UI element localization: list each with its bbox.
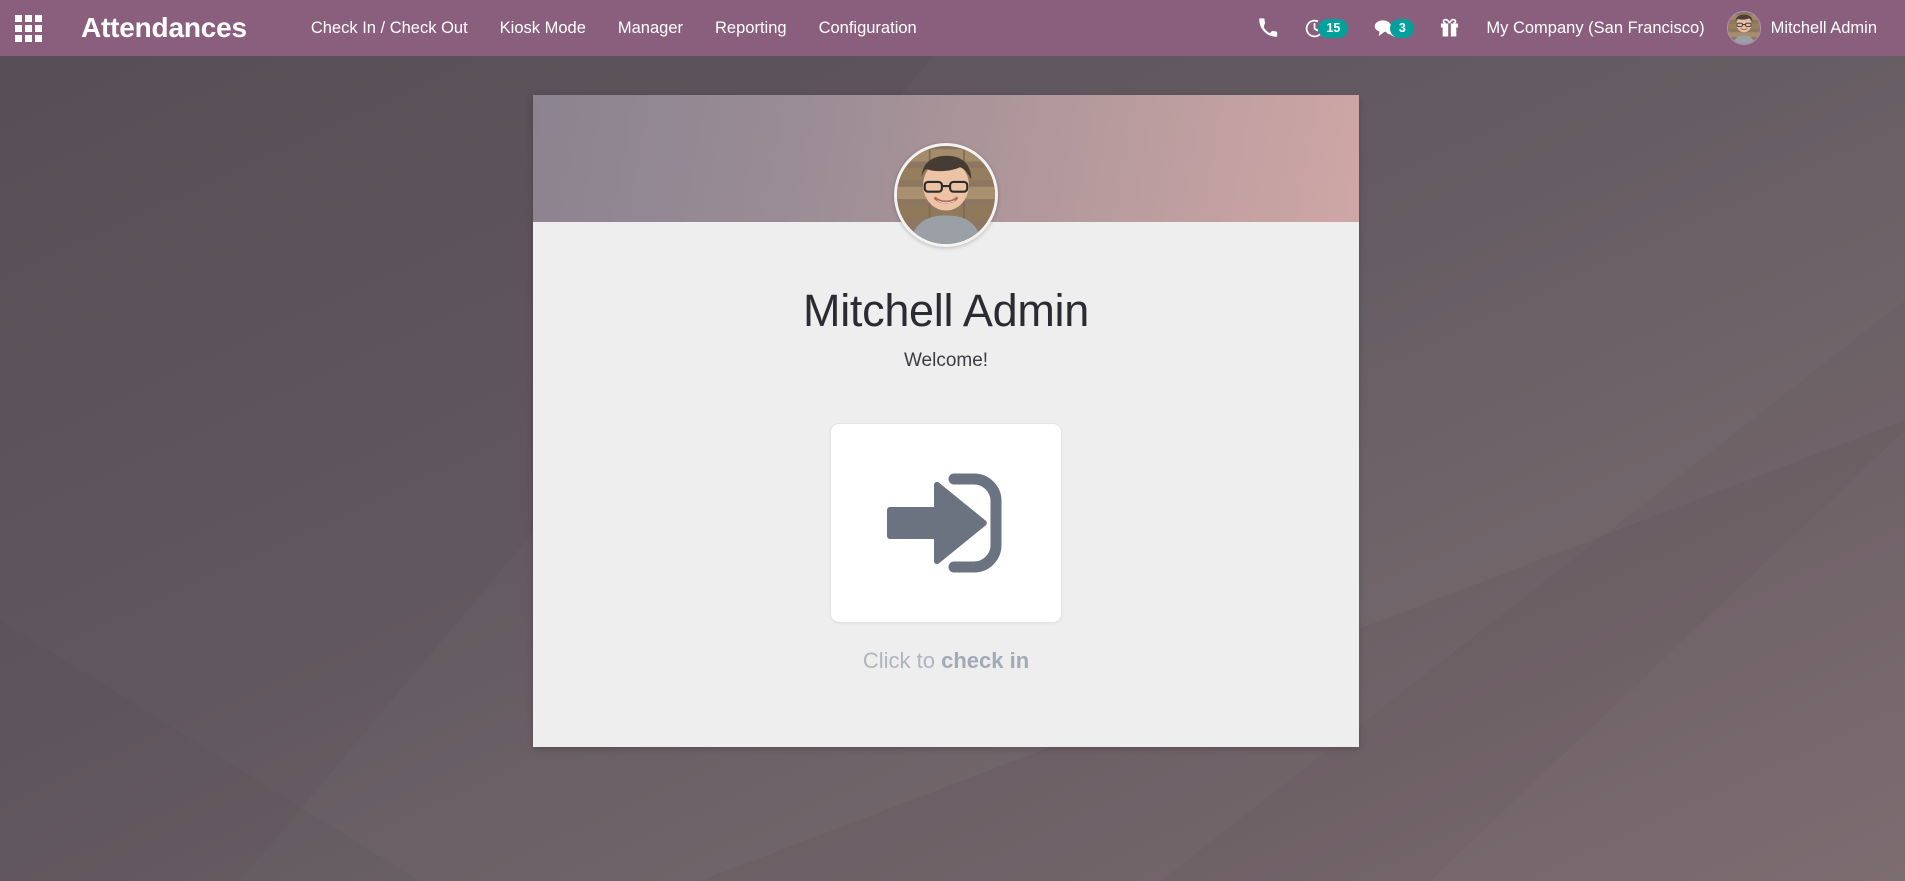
menu-kiosk-mode[interactable]: Kiosk Mode [484,0,602,56]
phone-icon [1259,18,1278,37]
top-navbar: Attendances Check In / Check Out Kiosk M… [0,0,1905,56]
main-menu-bar: Check In / Check Out Kiosk Mode Manager … [295,0,933,56]
check-in-button[interactable] [830,422,1062,623]
apps-menu-button[interactable] [0,0,56,56]
app-brand-title: Attendances [81,12,247,43]
user-avatar-photo [1726,11,1761,45]
check-in-caption-prefix: Click to [862,647,942,673]
gift-icon [1441,18,1459,37]
messages-counter-badge: 3 [1390,18,1415,38]
employee-name-heading: Mitchell Admin [803,285,1089,336]
card-banner-gradient [533,95,1359,247]
menu-manager[interactable]: Manager [602,0,699,56]
employee-avatar-photo [894,143,998,247]
welcome-message: Welcome! [903,349,989,371]
menu-reporting[interactable]: Reporting [699,0,803,56]
systray: 15 3 My Company (San Francisco) Mitchell… [1245,0,1905,56]
activities-menu-button[interactable]: 15 [1291,0,1361,56]
card-body: Mitchell Admin Welcome! Click to check i… [533,222,1359,674]
voip-phone-button[interactable] [1245,0,1291,56]
messages-menu-button[interactable]: 3 [1361,0,1427,56]
activities-counter-badge: 15 [1318,18,1349,38]
apps-grid-icon [14,14,42,42]
company-switcher[interactable]: My Company (San Francisco) [1472,0,1718,56]
attendance-kiosk-card: Mitchell Admin Welcome! Click to check i… [533,95,1359,747]
enterprise-gift-button[interactable] [1427,0,1472,56]
check-in-caption-action: check in [941,647,1030,673]
user-menu[interactable]: Mitchell Admin [1719,0,1891,56]
check-in-zone: Click to check in [533,422,1359,674]
menu-configuration[interactable]: Configuration [803,0,933,56]
sign-in-arrow-icon [887,473,1002,572]
user-name-label: Mitchell Admin [1770,18,1877,37]
content-area: Mitchell Admin Welcome! Click to check i… [0,56,1905,881]
menu-check-in-check-out[interactable]: Check In / Check Out [295,0,484,56]
check-in-caption: Click to check in [863,648,1029,674]
